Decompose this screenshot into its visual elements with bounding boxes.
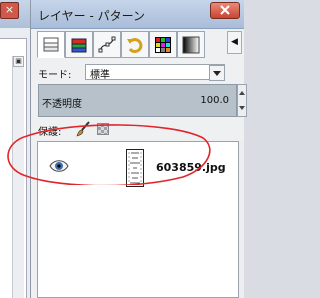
opacity-spinner[interactable] (237, 84, 247, 117)
mode-select[interactable]: 標準 (85, 64, 225, 81)
lock-row: 保護: (38, 121, 237, 138)
dock-close-button[interactable] (210, 2, 240, 19)
lock-pixels-brush-icon[interactable] (75, 121, 91, 137)
background-window: × ▣ (0, 0, 31, 298)
tab-paths[interactable] (93, 31, 121, 58)
tab-menu-button[interactable]: ◀ (227, 31, 242, 54)
background-window-close-button[interactable]: × (0, 2, 19, 19)
tab-gradients[interactable] (177, 31, 205, 58)
mode-label: モード: (38, 70, 72, 81)
dock-title: レイヤー - パターン (38, 9, 145, 23)
opacity-slider[interactable]: 不透明度 100.0 (38, 84, 237, 117)
opacity-value: 100.0 (200, 95, 229, 106)
scroll-corner-icon[interactable]: ▣ (13, 56, 24, 67)
tab-layers[interactable] (37, 31, 65, 58)
dock-scrollbar[interactable] (239, 141, 244, 298)
layers-dock: レイヤー - パターン ◀ モード: 標準 不透明度 100.0 保護: 603… (30, 0, 247, 298)
background-window-titlebar: × (0, 0, 30, 28)
channels-icon (71, 38, 87, 53)
layers-list[interactable]: 603859.jpg (37, 141, 239, 298)
layer-row[interactable]: 603859.jpg (38, 144, 238, 192)
layers-stack-icon (43, 37, 59, 52)
eye-icon[interactable] (49, 157, 69, 175)
background-window-scrollbar[interactable]: ▣ (12, 56, 24, 298)
tab-undo-history[interactable] (121, 31, 149, 58)
dock-titlebar[interactable]: レイヤー - パターン (31, 0, 244, 29)
tab-palette[interactable] (149, 31, 177, 58)
color-palette-icon (155, 37, 171, 53)
undo-history-icon (127, 38, 143, 54)
opacity-label: 不透明度 (42, 99, 82, 110)
screen: × ▣ レイヤー - パターン ◀ モード: 標準 不透明度 100.0 保護:… (0, 0, 247, 298)
close-icon (220, 5, 230, 15)
lock-alpha-checker-icon[interactable] (97, 123, 109, 135)
paths-icon (98, 36, 116, 53)
layer-thumbnail-image (128, 152, 142, 184)
tab-channels[interactable] (65, 31, 93, 58)
mode-row: モード: 標準 (38, 64, 237, 81)
mode-select-value: 標準 (90, 70, 110, 81)
dock-tabs: ◀ (37, 31, 242, 59)
gradient-icon (182, 36, 200, 54)
layer-thumbnail (126, 149, 144, 187)
chevron-down-icon[interactable] (209, 65, 225, 81)
layer-name[interactable]: 603859.jpg (156, 161, 226, 174)
lock-label: 保護: (38, 127, 62, 138)
